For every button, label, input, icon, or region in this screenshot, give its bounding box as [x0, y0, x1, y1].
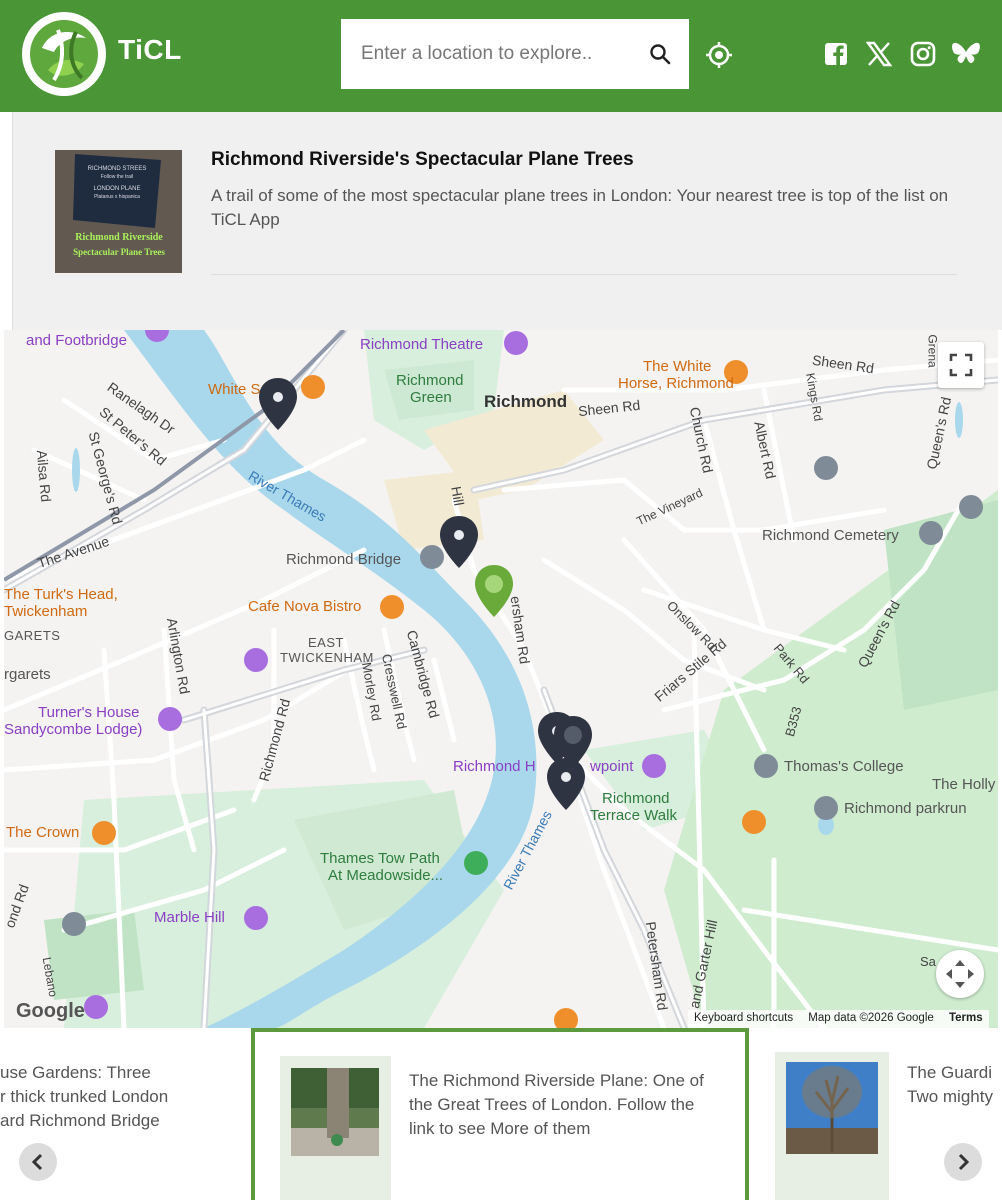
- bluesky-icon[interactable]: [951, 40, 980, 68]
- google-logo[interactable]: Google: [16, 1000, 85, 1023]
- card-right-line: The Guardi: [907, 1063, 993, 1082]
- card-active-thumbnail: [291, 1068, 379, 1156]
- fullscreen-icon[interactable]: [938, 342, 984, 388]
- card-right-line: Two mighty: [907, 1087, 993, 1106]
- facebook-icon[interactable]: [822, 40, 850, 68]
- search-icon[interactable]: [649, 43, 671, 65]
- map-label-white-s: White S: [208, 381, 261, 398]
- card-left-line: use Gardens: Three: [0, 1063, 151, 1082]
- map-label-cafe-nova[interactable]: Cafe Nova Bistro: [248, 598, 361, 615]
- map-label-parkrun[interactable]: Richmond parkrun: [844, 800, 967, 817]
- map-attribution: Keyboard shortcuts Map data ©2026 Google…: [688, 1010, 989, 1028]
- map-label-turners-house[interactable]: Turner's House: [38, 704, 140, 721]
- tree-carousel: use Gardens: Three r thick trunked Londo…: [0, 1028, 1002, 1200]
- card-active[interactable]: The Richmond Riverside Plane: One of the…: [251, 1028, 749, 1200]
- x-icon[interactable]: [865, 40, 893, 68]
- card-left[interactable]: use Gardens: Three r thick trunked Londo…: [0, 1061, 230, 1133]
- terms-link[interactable]: Terms: [949, 1012, 983, 1024]
- locate-icon[interactable]: [705, 41, 733, 69]
- chevron-left-icon[interactable]: [19, 1143, 57, 1181]
- sign-line-4: Platanus x hispanica: [94, 194, 140, 200]
- map-label-thomas-college[interactable]: Thomas's College: [784, 758, 904, 775]
- trail-panel: RICHMOND STREES Follow the trail LONDON …: [12, 112, 1002, 330]
- trail-title[interactable]: Richmond Riverside's Spectacular Plane T…: [211, 149, 634, 171]
- map-label-rgarets: rgarets: [4, 666, 51, 683]
- card-left-line: r thick trunked London: [0, 1087, 169, 1106]
- map-label-turks-head-2: Twickenham: [4, 603, 88, 620]
- trail-thumbnail[interactable]: RICHMOND STREES Follow the trail LONDON …: [55, 150, 182, 273]
- card-left-line: ard Richmond Bridge: [0, 1111, 160, 1130]
- divider: [211, 274, 957, 275]
- map-label-richmond-theatre[interactable]: Richmond Theatre: [360, 336, 483, 353]
- map-label-turners-house-2: Sandycombe Lodge): [4, 721, 143, 738]
- map-label-richmond-cemetery[interactable]: Richmond Cemetery: [762, 527, 899, 544]
- map-label-footbridge: and Footbridge: [26, 332, 127, 349]
- instagram-icon[interactable]: [909, 40, 937, 68]
- sign-line-2: Follow the trail: [101, 174, 133, 180]
- map-label-turks-head[interactable]: The Turk's Head,: [4, 586, 118, 603]
- map-label-viewpoint-2: wpoint: [590, 758, 634, 775]
- map-label-garets: GARETS: [4, 628, 61, 643]
- card-right-thumbnail: [786, 1062, 878, 1154]
- map-label-the-crown[interactable]: The Crown: [6, 824, 79, 841]
- thumb-overlay-1: Richmond Riverside: [75, 232, 163, 243]
- map-label-terrace-walk: Richmond: [602, 790, 670, 807]
- map-label-white-horse[interactable]: The White: [643, 358, 711, 375]
- ticl-logo-icon[interactable]: [22, 12, 106, 96]
- map-label-sa: Sa: [920, 954, 936, 969]
- map-pin-icon[interactable]: [256, 376, 300, 432]
- sign-line-1: RICHMOND STREES: [88, 166, 147, 172]
- map-label-tow-path-2: At Meadowside...: [328, 867, 444, 884]
- map-label-richmond: Richmond: [484, 392, 568, 411]
- map-label-white-horse-2: Horse, Richmond: [618, 375, 734, 392]
- map-label-richmond-bridge[interactable]: Richmond Bridge: [286, 551, 401, 568]
- search-box: [341, 19, 689, 89]
- card-right[interactable]: [775, 1052, 889, 1200]
- map-label-east-twickenham: EAST: [308, 635, 344, 650]
- map-label-the-holly: The Holly: [932, 776, 996, 793]
- map-pin-icon[interactable]: [544, 756, 588, 812]
- map-label-richmond-green: Richmond: [396, 372, 464, 389]
- sign-line-3: LONDON PLANE: [93, 186, 140, 192]
- trail-description: A trail of some of the most spectacular …: [211, 186, 949, 229]
- thumb-overlay-2: Spectacular Plane Trees: [73, 247, 165, 257]
- map-label-viewpoint[interactable]: Richmond H: [453, 758, 536, 775]
- site-header: TiCL: [0, 0, 1002, 112]
- chevron-right-icon[interactable]: [944, 1143, 982, 1181]
- map-label-tow-path[interactable]: Thames Tow Path: [320, 850, 440, 867]
- pan-control-icon[interactable]: [936, 950, 984, 998]
- card-active-text: The Richmond Riverside Plane: One of the…: [409, 1071, 704, 1138]
- map-pin-icon[interactable]: [437, 514, 481, 570]
- brand-name[interactable]: TiCL: [118, 34, 182, 66]
- map-label-marble-hill[interactable]: Marble Hill: [154, 909, 225, 926]
- map-label-richmond-green-2: Green: [410, 389, 452, 406]
- selected-pin-icon[interactable]: [472, 563, 516, 619]
- location-search-input[interactable]: [341, 19, 641, 89]
- card-right-text[interactable]: The Guardi Two mighty: [907, 1061, 1002, 1109]
- map-label-terrace-walk-2: Terrace Walk: [590, 807, 677, 824]
- map-label-hill: Hill: [448, 485, 468, 507]
- keyboard-shortcuts-link[interactable]: Keyboard shortcuts: [694, 1012, 793, 1024]
- map-data-text: Map data ©2026 Google: [808, 1012, 934, 1024]
- map-view[interactable]: and Footbridge Richmond Theatre The Whit…: [4, 330, 998, 1028]
